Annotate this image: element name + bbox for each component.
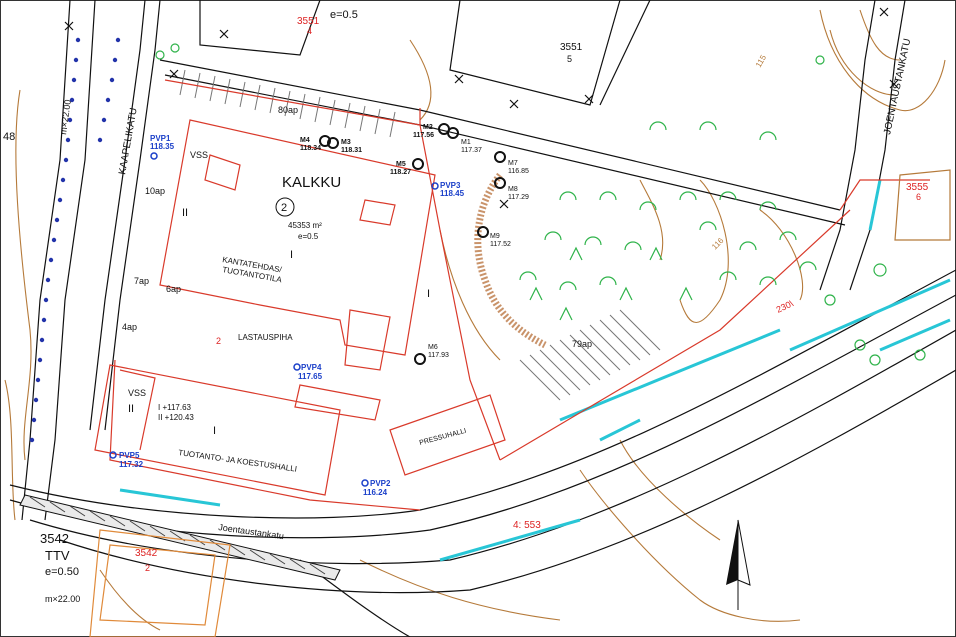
heights-label-2: II +120.43 — [158, 413, 194, 422]
roman-ii-bottom: II — [128, 403, 134, 415]
point-m9-elev: 117.52 — [490, 241, 511, 248]
parking-7ap: 7ap — [134, 276, 149, 286]
mx-bottom-label: m×22.00 — [45, 594, 80, 604]
site-plan-map: 48 m×22.00 KAAPELIKATU JOENTAUSTANKATU J… — [0, 0, 956, 637]
label-4-553: 4: 553 — [513, 520, 541, 531]
point-m5-name: M5 — [396, 161, 406, 168]
point-m3-elev: 118.31 — [341, 147, 362, 154]
block-3551-top-sub: 4 — [307, 26, 312, 36]
site-area: 45353 m² — [288, 221, 322, 230]
point-m1-name: M1 — [461, 139, 471, 146]
lastauspiha-label: LASTAUSPIHA — [238, 333, 293, 342]
well-pvp4-name: PVP4 — [301, 363, 322, 372]
roman-prod: I — [213, 425, 216, 437]
well-pvp5-name: PVP5 — [119, 451, 140, 460]
point-m7-elev: 116.85 — [508, 168, 529, 175]
site-e: e=0.5 — [298, 232, 319, 241]
block-3542-e: e=0.50 — [45, 566, 79, 578]
site-circle-number: 2 — [281, 202, 287, 214]
point-m2-elev: 117.56 — [413, 132, 434, 139]
roman-main: I — [290, 249, 293, 261]
parking-80ap: 80ap — [278, 105, 298, 115]
well-pvp2-elev: 116.24 — [363, 488, 388, 497]
point-m1-elev: 117.37 — [461, 147, 482, 154]
parking-4ap: 4ap — [122, 322, 137, 332]
point-m6-elev: 117.93 — [428, 352, 449, 359]
roman-ii-top: II — [182, 207, 188, 219]
heights-label-1: I +117.63 — [158, 403, 192, 412]
point-m5-elev: 118.27 — [390, 169, 411, 176]
well-pvp3-elev: 118.45 — [440, 189, 465, 198]
block-3551-right-sub: 5 — [567, 54, 572, 64]
point-m3-name: M3 — [341, 139, 351, 146]
point-m7-name: M7 — [508, 160, 518, 167]
point-m4-name: M4 — [300, 137, 310, 144]
well-pvp2-name: PVP2 — [370, 479, 391, 488]
block-3551-right: 3551 — [560, 42, 583, 53]
block-3542-inner-sub: 2 — [145, 563, 150, 573]
block-3542-zone: TTV — [45, 548, 70, 563]
block-3542-num: 3542 — [40, 531, 69, 546]
point-m2-name: M2 — [423, 124, 433, 131]
point-m6-name: M6 — [428, 344, 438, 351]
site-name: KALKKU — [282, 174, 341, 191]
number-2-red: 2 — [216, 336, 221, 346]
parking-79ap: 79ap — [572, 339, 592, 349]
point-m8-name: M8 — [508, 186, 518, 193]
vss-label-bottom: VSS — [128, 388, 146, 398]
point-m4-elev: 118.34 — [300, 145, 321, 152]
well-pvp1-elev: 118.35 — [150, 142, 175, 151]
block-3551-top-e: e=0.5 — [330, 9, 358, 21]
block-3542-inner: 3542 — [135, 548, 158, 559]
map-frame — [0, 0, 956, 637]
parking-10ap: 10ap — [145, 186, 165, 196]
well-pvp4-elev: 117.65 — [298, 372, 323, 381]
point-m8-elev: 117.29 — [508, 194, 529, 201]
vss-label-top: VSS — [190, 150, 208, 160]
roman-right: I — [427, 288, 430, 300]
parking-6ap: 6ap — [166, 284, 181, 294]
well-pvp5-elev: 117.32 — [119, 460, 144, 469]
point-m9-name: M9 — [490, 233, 500, 240]
block-3555-sub: 6 — [916, 192, 921, 202]
edge-number-48: 48 — [3, 131, 15, 143]
